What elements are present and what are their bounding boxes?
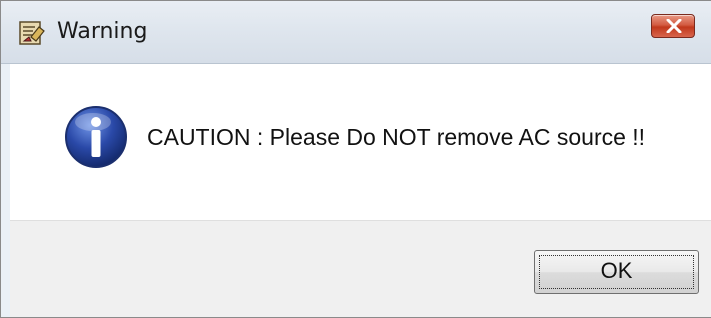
ok-button-label: OK bbox=[600, 258, 633, 283]
close-button[interactable] bbox=[651, 14, 695, 38]
warning-dialog-window: Warning CAUTION : Please Do NOT remove A… bbox=[0, 0, 711, 318]
warning-message: CAUTION : Please Do NOT remove AC source… bbox=[147, 124, 646, 150]
warning-app-icon bbox=[18, 19, 46, 47]
close-icon bbox=[666, 19, 682, 33]
window-title: Warning bbox=[57, 19, 148, 44]
info-icon bbox=[63, 104, 129, 170]
title-bar[interactable]: Warning bbox=[1, 1, 711, 64]
message-area: CAUTION : Please Do NOT remove AC source… bbox=[10, 64, 711, 220]
ok-button[interactable]: OK bbox=[534, 250, 699, 294]
button-bar: OK bbox=[10, 220, 711, 317]
